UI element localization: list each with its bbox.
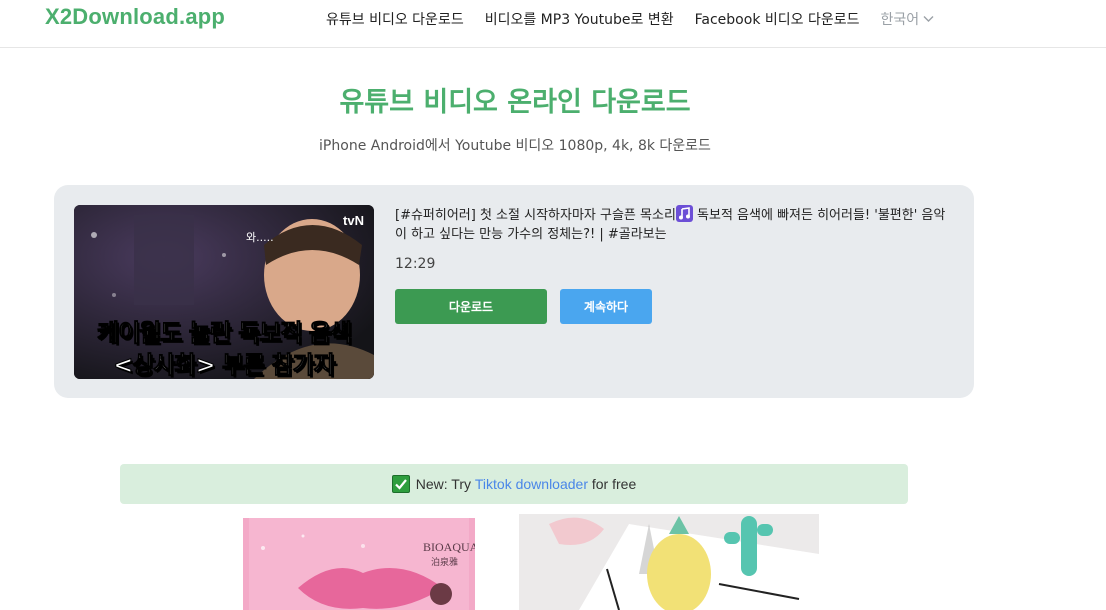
- video-result-card: tvN 와..... 케이윌도 놀란 독보적 음색 <상사화> 부른 참가자 […: [54, 185, 974, 398]
- ad-home-decor-image: [519, 514, 819, 610]
- video-duration: 12:29: [395, 256, 436, 272]
- tiktok-downloader-link[interactable]: Tiktok downloader: [475, 476, 588, 492]
- tvn-logo: tvN: [343, 213, 364, 228]
- check-mark-icon: [391, 475, 410, 493]
- language-label: 한국어: [880, 12, 920, 28]
- thumbnail-exclaim: 와.....: [246, 231, 274, 244]
- video-title-part1: [#슈퍼히어러] 첫 소절 시작하자마자 구슬픈 목소리: [395, 208, 676, 223]
- video-title: [#슈퍼히어러] 첫 소절 시작하자마자 구슬픈 목소리 독보적 음색에 빠져든…: [395, 205, 955, 244]
- main-nav: 유튜브 비디오 다운로드 비디오를 MP3 Youtube로 변환 Facebo…: [326, 9, 934, 29]
- language-selector[interactable]: 한국어: [880, 9, 934, 29]
- thumbnail-caption-2: <상사화> 부른 참가자: [113, 351, 337, 380]
- ad-brand-sub: 泊泉雅: [431, 558, 459, 568]
- thumbnail-caption-1: 케이윌도 놀란 독보적 음색: [97, 319, 353, 348]
- tiktok-promo-banner: New: Try Tiktok downloader for free: [120, 464, 908, 504]
- banner-prefix: New: Try: [415, 476, 475, 492]
- top-header: X2Download.app 유튜브 비디오 다운로드 비디오를 MP3 You…: [0, 0, 1106, 48]
- nav-youtube-mp3[interactable]: 비디오를 MP3 Youtube로 변환: [485, 9, 674, 29]
- chevron-down-icon: [923, 16, 934, 22]
- ad-home-decor[interactable]: [519, 514, 819, 610]
- video-thumbnail[interactable]: tvN 와..... 케이윌도 놀란 독보적 음색 <상사화> 부른 참가자: [74, 205, 374, 379]
- continue-button[interactable]: 계속하다: [560, 289, 652, 324]
- page-subtitle: iPhone Android에서 Youtube 비디오 1080p, 4k, …: [319, 138, 711, 154]
- page-title: 유튜브 비디오 온라인 다운로드: [339, 87, 691, 118]
- music-note-icon: [675, 205, 693, 222]
- download-button[interactable]: 다운로드: [395, 289, 547, 324]
- banner-suffix: for free: [587, 476, 637, 492]
- nav-facebook-download[interactable]: Facebook 비디오 다운로드: [695, 9, 860, 29]
- ad-brand: BIOAQUA: [423, 540, 475, 554]
- nav-youtube-download[interactable]: 유튜브 비디오 다운로드: [326, 9, 464, 29]
- ad-lip-mask[interactable]: BIOAQUA 泊泉雅: [243, 518, 475, 610]
- site-logo[interactable]: X2Download.app: [45, 4, 225, 30]
